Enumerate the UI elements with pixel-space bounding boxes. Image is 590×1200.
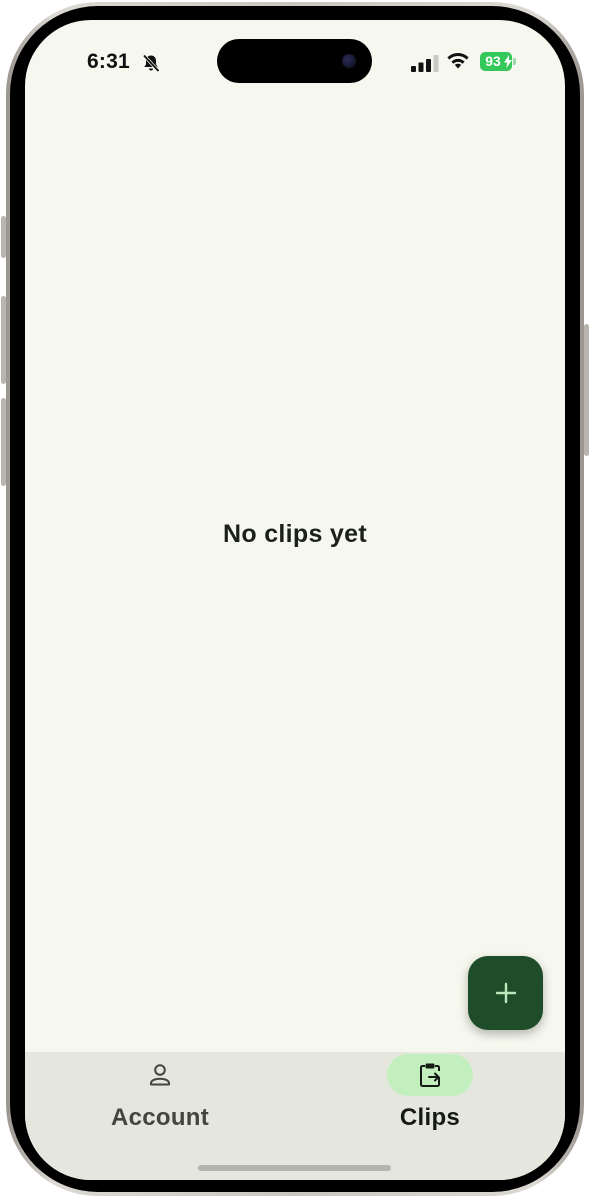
app-screen: 6:31 93 No clips yet Account Clips (25, 20, 565, 1180)
charging-bolt-icon (504, 55, 512, 68)
add-clip-button[interactable] (468, 956, 543, 1030)
plus-icon (495, 982, 516, 1004)
bell-slash-icon (142, 54, 160, 73)
empty-state-message: No clips yet (223, 520, 367, 548)
volume-down-button (1, 398, 6, 486)
battery-percentage: 93 (485, 53, 501, 69)
signal-icon (411, 55, 439, 72)
action-button (1, 216, 6, 258)
battery-charging-icon: 93 (480, 52, 516, 72)
camera-icon (342, 54, 356, 68)
nav-label-account: Account (110, 1104, 210, 1131)
status-bar: 6:31 93 (25, 20, 565, 104)
wifi-icon (447, 53, 469, 69)
home-indicator[interactable] (198, 1165, 391, 1171)
dynamic-island (217, 39, 372, 83)
power-button (584, 324, 589, 456)
nav-item-clips[interactable]: Clips (295, 1052, 565, 1180)
nav-label-clips: Clips (399, 1104, 461, 1131)
status-time: 6:31 (87, 50, 130, 73)
nav-item-account[interactable]: Account (25, 1052, 295, 1180)
volume-up-button (1, 296, 6, 384)
clipboard-icon (420, 1063, 440, 1087)
person-icon (150, 1064, 170, 1086)
bottom-navigation: Account Clips (25, 1052, 565, 1180)
